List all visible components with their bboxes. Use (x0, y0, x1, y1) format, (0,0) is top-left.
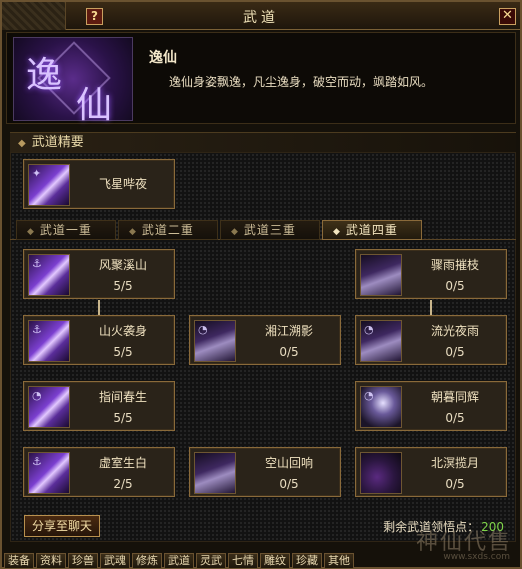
tab-tier-4[interactable]: ◆ 武道四重 (322, 220, 422, 240)
skill-level: 5/5 (113, 411, 133, 425)
shadow-strike-icon: ◔ (194, 320, 236, 362)
void-blade-icon: ⚓ (28, 452, 70, 494)
streaking-light-icon: ◔ (360, 320, 402, 362)
skill-name: 指间春生 (98, 390, 147, 404)
school-emblem: 逸 仙 (13, 37, 133, 126)
bottom-tab[interactable]: 其他 (324, 553, 354, 569)
skill-card[interactable]: ⚓ 虚室生白 2/5 (23, 447, 175, 497)
skill-name: 湘江溯影 (264, 324, 313, 338)
skill-name: 流光夜雨 (430, 324, 479, 338)
bottom-tab[interactable]: 资料 (36, 553, 66, 569)
bottom-tab[interactable]: 武道 (164, 553, 194, 569)
essence-skill-card[interactable]: ✦ 飞星哔夜 (23, 159, 175, 209)
skill-card[interactable]: ◔ 湘江溯影 0/5 (189, 315, 341, 365)
window-title: 武道 (243, 10, 279, 26)
rain-slash-icon (360, 254, 402, 296)
tab-tier-2[interactable]: ◆ 武道二重 (118, 220, 218, 240)
tab-tier-1-label: 武道一重 (39, 223, 92, 237)
skill-name: 虚室生白 (98, 456, 147, 470)
skill-card[interactable]: ⚓ 风聚溪山 5/5 (23, 249, 175, 299)
school-name: 逸仙 (149, 50, 177, 66)
bottom-tab[interactable]: 装备 (4, 553, 34, 569)
wind-slash-icon: ⚓ (28, 254, 70, 296)
skill-name: 空山回响 (264, 456, 313, 470)
bottom-tab[interactable]: 珍藏 (292, 553, 322, 569)
skill-card[interactable]: 骤雨摧枝 0/5 (355, 249, 507, 299)
tab-tier-1[interactable]: ◆ 武道一重 (16, 220, 116, 240)
skill-level: 0/5 (445, 477, 465, 491)
skill-name: 风聚溪山 (98, 258, 147, 272)
bottom-tab[interactable]: 雕纹 (260, 553, 290, 569)
tier-tabs: ◆ 武道一重 ◆ 武道二重 ◆ 武道三重 ◆ 武道四重 (10, 220, 516, 240)
essence-section-label: 武道精要 (31, 135, 84, 150)
character-panel-tabs: 装备 资料 珍兽 武魂 修炼 武道 灵武 七情 雕纹 珍藏 其他 (4, 553, 520, 569)
skill-name: 山火袭身 (98, 324, 147, 338)
close-button[interactable]: ✕ (499, 8, 516, 25)
essence-section-title: ◆ 武道精要 (10, 132, 516, 152)
skill-connector (430, 300, 432, 315)
skill-card[interactable]: ◔ 指间春生 5/5 (23, 381, 175, 431)
wudao-window: ? 武道 ✕ 逸 仙 逸仙 逸仙身姿飘逸，凡尘逸身，破空而动，飒踏如风。 ◆ 武道… (0, 0, 522, 569)
diamond-bullet-icon: ◆ (18, 138, 26, 149)
bottom-tab[interactable]: 珍兽 (68, 553, 98, 569)
skill-card[interactable]: 北溟揽月 0/5 (355, 447, 507, 497)
skill-connector (98, 300, 100, 315)
school-header: 逸 仙 逸仙 逸仙身姿飘逸，凡尘逸身，破空而动，飒踏如风。 (6, 32, 516, 126)
tab-tier-3[interactable]: ◆ 武道三重 (220, 220, 320, 240)
emblem-char-2: 仙 (76, 85, 113, 126)
school-description: 逸仙身姿飘逸，凡尘逸身，破空而动，飒踏如风。 (169, 75, 434, 89)
bottom-tab[interactable]: 灵武 (196, 553, 226, 569)
tab-tier-3-label: 武道三重 (243, 223, 296, 237)
shooting-star-icon: ✦ (28, 164, 70, 206)
skill-level: 0/5 (445, 345, 465, 359)
tab-tier-4-label: 武道四重 (345, 223, 398, 237)
spring-blade-icon: ◔ (28, 386, 70, 428)
skill-level: 5/5 (113, 345, 133, 359)
skill-level: 2/5 (113, 477, 133, 491)
essence-skill-name: 飞星哔夜 (98, 177, 147, 191)
skill-card[interactable]: ◔ 流光夜雨 0/5 (355, 315, 507, 365)
echo-strike-icon (194, 452, 236, 494)
bottom-tab[interactable]: 七情 (228, 553, 258, 569)
skill-level: 0/5 (445, 411, 465, 425)
fire-slash-icon: ⚓ (28, 320, 70, 362)
skill-level: 0/5 (279, 345, 299, 359)
skill-level: 0/5 (279, 477, 299, 491)
skill-card[interactable]: ◔ 朝暮同辉 0/5 (355, 381, 507, 431)
skill-level: 0/5 (445, 279, 465, 293)
dawn-dusk-icon: ◔ (360, 386, 402, 428)
share-to-chat-button[interactable]: 分享至聊天 (24, 515, 100, 537)
title-bar[interactable]: ? 武道 ✕ (2, 2, 520, 30)
skill-level: 5/5 (113, 279, 133, 293)
moon-orb-icon (360, 452, 402, 494)
skill-card[interactable]: ⚓ 山火袭身 5/5 (23, 315, 175, 365)
skill-card[interactable]: 空山回响 0/5 (189, 447, 341, 497)
bottom-tab[interactable]: 武魂 (100, 553, 130, 569)
bottom-tab[interactable]: 修炼 (132, 553, 162, 569)
emblem-char-1: 逸 (26, 55, 63, 96)
tab-tier-2-label: 武道二重 (141, 223, 194, 237)
skill-name: 朝暮同辉 (430, 390, 479, 404)
skill-name: 北溟揽月 (430, 456, 479, 470)
skill-name: 骤雨摧枝 (430, 258, 479, 272)
